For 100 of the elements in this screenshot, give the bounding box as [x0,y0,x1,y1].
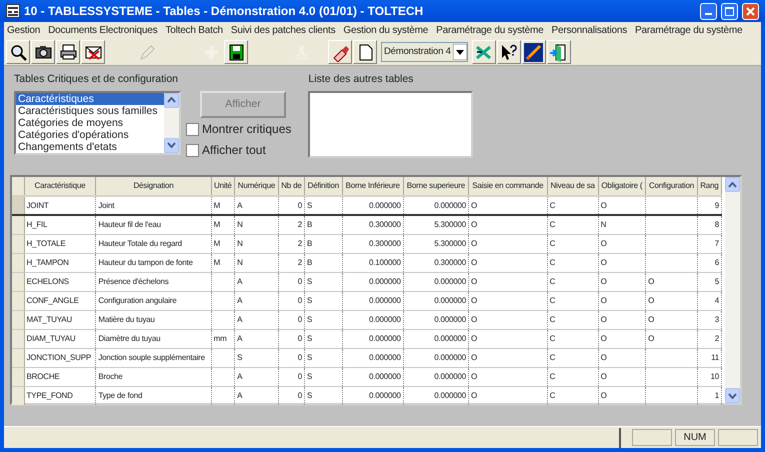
close-icon [746,6,755,16]
minimize-button[interactable] [700,2,717,20]
table-cell [211,310,235,329]
table-cell: A [234,291,278,310]
table-cell: O [598,234,646,253]
table-cell: N [234,234,278,253]
table-cell: O [646,291,698,310]
table-cell: H_FIL [24,215,96,234]
table-cell: O [646,329,698,348]
table-cell: O [468,234,548,253]
column-header[interactable]: Unité [211,177,235,196]
list-label: Tables Critiques et de configuration [14,72,180,87]
table-cell: O [468,367,548,386]
table-cell: N [234,215,278,234]
scroll-up-icon[interactable] [164,92,179,108]
table-cell: 7 [697,234,722,253]
menu-item[interactable]: Gestion du système [340,23,434,38]
table-cell: C [547,272,598,291]
list-item[interactable]: Caractéristiques [16,92,164,105]
table-cell: M [211,215,235,234]
table-cell: 0.000000 [403,348,469,367]
scroll-down-icon[interactable] [725,388,740,403]
table-cell: C [547,215,598,234]
column-header[interactable]: Nb de [278,177,305,196]
row-header[interactable] [12,196,24,215]
checkbox[interactable] [186,122,199,136]
list-item[interactable]: Changements d'etats [16,141,164,154]
menu-item[interactable]: Paramétrage du système [632,23,748,38]
table-cell: Hauteur fil de l'eau [96,215,212,234]
table-cell: 0.000000 [342,272,404,291]
status-panel [718,429,758,446]
table-cell: C [547,234,598,253]
table-cell [211,272,235,291]
table-cell: 0.000000 [403,272,469,291]
table-cell: C [547,196,598,215]
column-header[interactable]: Numérique [234,177,278,196]
table-cell: A [234,329,278,348]
table-cell: 0.300000 [342,215,404,234]
table-cell [646,196,698,215]
table-cell: 3 [697,310,722,329]
table-cell: 0 [278,329,305,348]
table-cell: Matière du tuyau [96,310,212,329]
column-header[interactable]: Borne superieure [403,177,469,196]
menu-item[interactable]: Documents Electroniques [45,23,162,38]
menu-item[interactable]: Paramétrage du système [433,23,548,38]
column-header[interactable]: Définition [304,177,342,196]
table-listbox[interactable]: Caractéristiques Caractéristiques sous familles Catégories de moyens Catégories d'opérations Changements d'etats [14,90,181,154]
dropdown-arrow-icon[interactable] [452,44,467,60]
table-cell: S [304,348,342,367]
checkbox-label: Montrer critiques [202,121,292,138]
menu-item[interactable]: Toltech Batch [162,23,228,38]
table-cell: 0.000000 [342,310,404,329]
minimize-icon [705,13,712,15]
column-header[interactable]: Niveau de sa [547,177,598,196]
table-cell: Type de fond [96,386,212,405]
table-cell: CONF_ANGLE [24,291,96,310]
table-cell [211,367,235,386]
maximize-button[interactable] [721,2,738,20]
column-header[interactable]: Saisie en commande [468,177,548,196]
table-cell: A [234,386,278,405]
checkbox[interactable] [186,144,199,156]
table-cell: Broche [96,367,212,386]
table-cell: N [598,215,646,234]
table-cell: 10 [697,367,722,386]
table-cell: 4 [697,291,722,310]
table-cell: B [304,234,342,253]
table-cell: 5.300000 [403,234,469,253]
table-cell [211,348,235,367]
column-header[interactable]: Obligatoire ( [598,177,646,196]
list-item[interactable]: Catégories de moyens [16,116,164,130]
row-header[interactable] [12,215,24,234]
column-header[interactable]: Borne Inférieure [342,177,404,196]
table-cell [646,367,698,386]
table-cell: 0.000000 [342,348,404,367]
column-header[interactable]: Désignation [96,177,212,196]
table-cell: C [547,348,598,367]
table-cell: 5.300000 [403,215,469,234]
other-tables-listbox[interactable] [308,90,474,158]
scroll-up-icon[interactable] [725,177,740,192]
table-cell: 9 [697,196,722,215]
menu-item[interactable]: Suivi des patches clients [228,23,340,38]
table-cell: 11 [697,348,722,367]
close-button[interactable] [742,2,759,20]
menu-item[interactable]: Personnalisations [548,23,632,38]
table-cell [211,386,235,405]
table-cell: 0 [278,367,305,386]
scroll-down-icon[interactable] [164,138,179,152]
status-panel [632,429,672,446]
list-item[interactable]: Catégories d'opérations [16,129,164,142]
table-cell: B [304,215,342,234]
menu-item[interactable]: Gestion [4,23,46,38]
table-cell: O [468,196,548,215]
table-cell [211,291,235,310]
column-header[interactable]: Rang [697,177,722,196]
column-header[interactable]: Configuration [646,177,698,196]
table-cell: 0.300000 [403,253,469,272]
table-cell: A [234,367,278,386]
column-header[interactable]: Caractéristique [24,177,96,196]
list-item[interactable]: Caractéristiques sous familles [16,104,164,117]
database-select[interactable]: Démonstration 4 [381,42,468,62]
